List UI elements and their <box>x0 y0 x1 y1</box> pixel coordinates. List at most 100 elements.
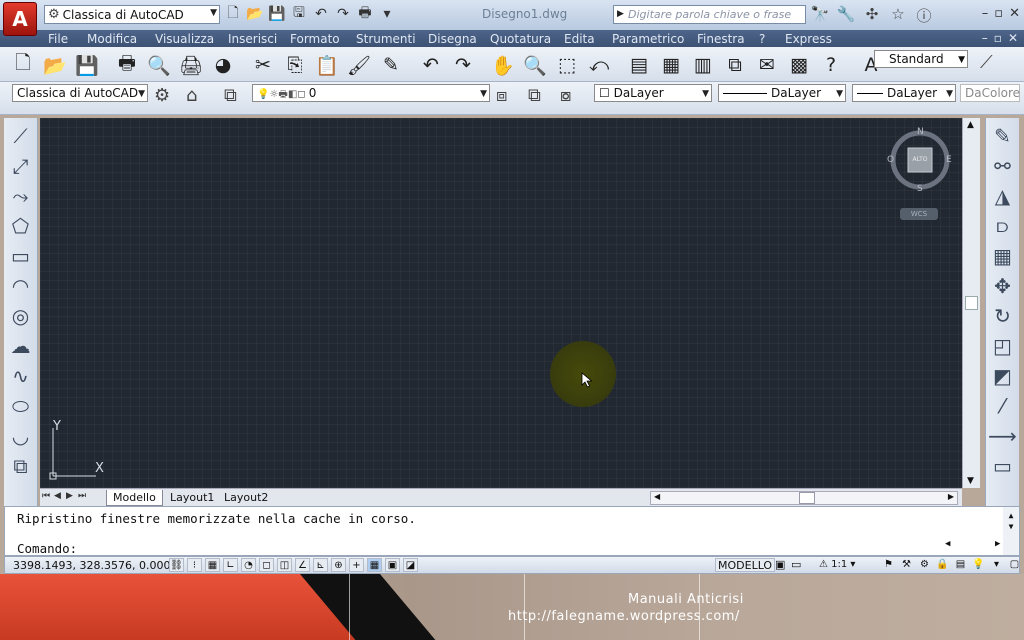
quick-view-drawings-icon[interactable]: ▭ <box>791 558 801 571</box>
linetype-dropdown[interactable]: DaLayer ▼ <box>718 84 846 102</box>
close-button[interactable]: ✕ <box>1009 6 1020 21</box>
tray-settings-icon[interactable]: ▾ <box>989 558 1004 572</box>
auto-scale-icon[interactable]: ⚒ <box>899 558 914 572</box>
lock-icon[interactable]: 🔒 <box>935 558 950 572</box>
annotation-visibility-icon[interactable]: ⚑ <box>881 558 896 572</box>
polar-toggle[interactable]: ◔ <box>241 558 256 572</box>
command-vscroll[interactable]: ▲ ▼ <box>1003 507 1019 555</box>
menu-help[interactable]: ? <box>759 32 785 46</box>
workspace-dropdown-2[interactable]: Classica di AutoCAD ▼ <box>12 84 148 102</box>
prev-tab-icon[interactable]: ◀ <box>54 491 64 501</box>
text-style-dropdown[interactable]: Standard ▼ <box>874 50 968 68</box>
isolate-objects-icon[interactable]: 💡 <box>971 558 986 572</box>
horizontal-scrollbar[interactable]: ◀ ▶ <box>650 491 958 505</box>
block-editor-icon[interactable]: ✎ <box>376 51 406 79</box>
properties-icon[interactable]: ▤ <box>624 51 654 79</box>
cut-icon[interactable]: ✂ <box>248 51 278 79</box>
wcs-menu[interactable]: WCS <box>900 208 938 220</box>
move-icon[interactable]: ✥ <box>994 274 1011 298</box>
redo-icon[interactable]: ↷ <box>334 5 352 23</box>
construction-line-icon[interactable]: ⤢ <box>13 154 29 178</box>
snap-toggle[interactable]: ⁝ <box>187 558 202 572</box>
save-as-icon[interactable]: 🖫 <box>290 5 308 23</box>
compass-east[interactable]: E <box>946 155 952 165</box>
print-icon[interactable]: 🖶 <box>112 51 142 79</box>
help-icon[interactable]: ? <box>816 51 846 79</box>
layer-states-icon[interactable]: ⧇ <box>560 85 571 106</box>
polygon-icon[interactable]: ⬠ <box>12 214 29 238</box>
compass-north[interactable]: N <box>917 127 924 137</box>
menu-modifica[interactable]: Modifica <box>87 32 155 46</box>
paste-icon[interactable]: 📋 <box>312 51 342 79</box>
otrack-toggle[interactable]: ∠ <box>295 558 310 572</box>
hardware-accel-icon[interactable]: ▤ <box>953 558 968 572</box>
doc-close-button[interactable]: ✕ <box>1008 31 1018 45</box>
menu-inserisci[interactable]: Inserisci <box>228 32 290 46</box>
scroll-left-icon[interactable]: ◀ <box>945 539 950 549</box>
viewcube-face[interactable]: ALTO <box>910 156 930 163</box>
next-tab-icon[interactable]: ▶ <box>66 491 76 501</box>
markup-icon[interactable]: ✉ <box>752 51 782 79</box>
undo-icon[interactable]: ↶ <box>416 51 446 79</box>
qat-dropdown-icon[interactable]: ▾ <box>378 5 396 23</box>
menu-parametrico[interactable]: Parametrico <box>612 32 697 46</box>
design-center-icon[interactable]: ▦ <box>656 51 686 79</box>
extend-icon[interactable]: ⟶ <box>988 424 1017 448</box>
ellipse-arc-icon[interactable]: ◡ <box>12 424 29 448</box>
lineweight-dropdown[interactable]: DaLayer ▼ <box>852 84 956 102</box>
scroll-down-icon[interactable]: ▼ <box>967 476 974 486</box>
array-icon[interactable]: ▦ <box>993 244 1012 268</box>
osnap-toggle[interactable]: ◻ <box>259 558 274 572</box>
menu-quotatura[interactable]: Quotatura <box>490 32 564 46</box>
revision-cloud-icon[interactable]: ☁ <box>11 334 31 358</box>
infer-constraints-toggle[interactable]: ⛓ <box>169 558 184 572</box>
undo-icon[interactable]: ↶ <box>312 5 330 23</box>
sheet-set-icon[interactable]: ⧉ <box>720 51 750 79</box>
mirror-icon[interactable]: ◮ <box>995 184 1010 208</box>
scroll-right-icon[interactable]: ▶ <box>995 539 1000 549</box>
polyline-icon[interactable]: ⤳ <box>13 184 29 208</box>
insert-block-icon[interactable]: ⧉ <box>13 454 27 478</box>
workspace-settings-icon[interactable]: ⚙ <box>154 85 170 106</box>
workspace-dropdown[interactable]: ⚙ Classica di AutoCAD ▼ <box>44 5 220 24</box>
cursor-coordinates[interactable]: 3398.1493, 328.3576, 0.0000 <box>13 559 177 572</box>
scroll-left-icon[interactable]: ◀ <box>654 492 660 501</box>
sc-toggle[interactable]: ◪ <box>403 558 418 572</box>
scroll-down-icon[interactable]: ▼ <box>1003 522 1019 531</box>
make-layer-current-icon[interactable]: ⧈ <box>496 85 507 106</box>
menu-express[interactable]: Express <box>785 32 845 46</box>
layer-manager-icon[interactable]: ⧉ <box>224 85 237 106</box>
command-prompt[interactable]: Comando: <box>17 541 77 556</box>
drawing-canvas[interactable]: N S E O ALTO WCS Y X <box>40 118 962 488</box>
command-hscroll[interactable]: ◀ ▶ <box>945 539 1005 553</box>
workspace-switch-icon[interactable]: ⚙ <box>917 558 932 572</box>
save-icon[interactable]: 💾 <box>268 5 286 23</box>
footer-url[interactable]: http://falegname.wordpress.com/ <box>508 609 740 624</box>
menu-edita[interactable]: Edita <box>564 32 612 46</box>
zoom-window-icon[interactable]: ⬚ <box>552 51 582 79</box>
erase-icon[interactable]: ✎ <box>994 124 1011 148</box>
menu-disegna[interactable]: Disegna <box>428 32 490 46</box>
scroll-up-icon[interactable]: ▲ <box>1003 511 1019 520</box>
minimize-button[interactable]: – <box>982 6 989 21</box>
save-icon[interactable]: 💾 <box>72 51 102 79</box>
tpy-toggle[interactable]: ▦ <box>367 558 382 572</box>
grid-toggle[interactable]: ▦ <box>205 558 220 572</box>
arc-icon[interactable]: ◠ <box>12 274 29 298</box>
layer-dropdown[interactable]: 💡☼🖶◧◻ 0 ▼ <box>252 84 490 102</box>
open-icon[interactable]: 📂 <box>40 51 70 79</box>
match-properties-icon[interactable]: 🖌 <box>344 51 374 79</box>
quick-view-layouts-icon[interactable]: ▣ <box>775 558 785 571</box>
binoculars-icon[interactable]: 🔭 <box>810 5 830 26</box>
stretch-icon[interactable]: ◩ <box>993 364 1012 388</box>
qp-toggle[interactable]: ▣ <box>385 558 400 572</box>
hscroll-thumb[interactable] <box>799 492 815 504</box>
tab-layout1[interactable]: Layout1 <box>164 490 220 506</box>
rotate-icon[interactable]: ↻ <box>994 304 1011 328</box>
scroll-up-icon[interactable]: ▲ <box>967 120 974 130</box>
zoom-previous-icon[interactable]: ⤺ <box>584 51 614 79</box>
tools-icon[interactable]: 🔧 <box>836 5 856 26</box>
plot-icon[interactable]: 🖶 <box>356 5 374 23</box>
tab-layout2[interactable]: Layout2 <box>218 490 274 506</box>
zoom-realtime-icon[interactable]: 🔍 <box>520 51 550 79</box>
